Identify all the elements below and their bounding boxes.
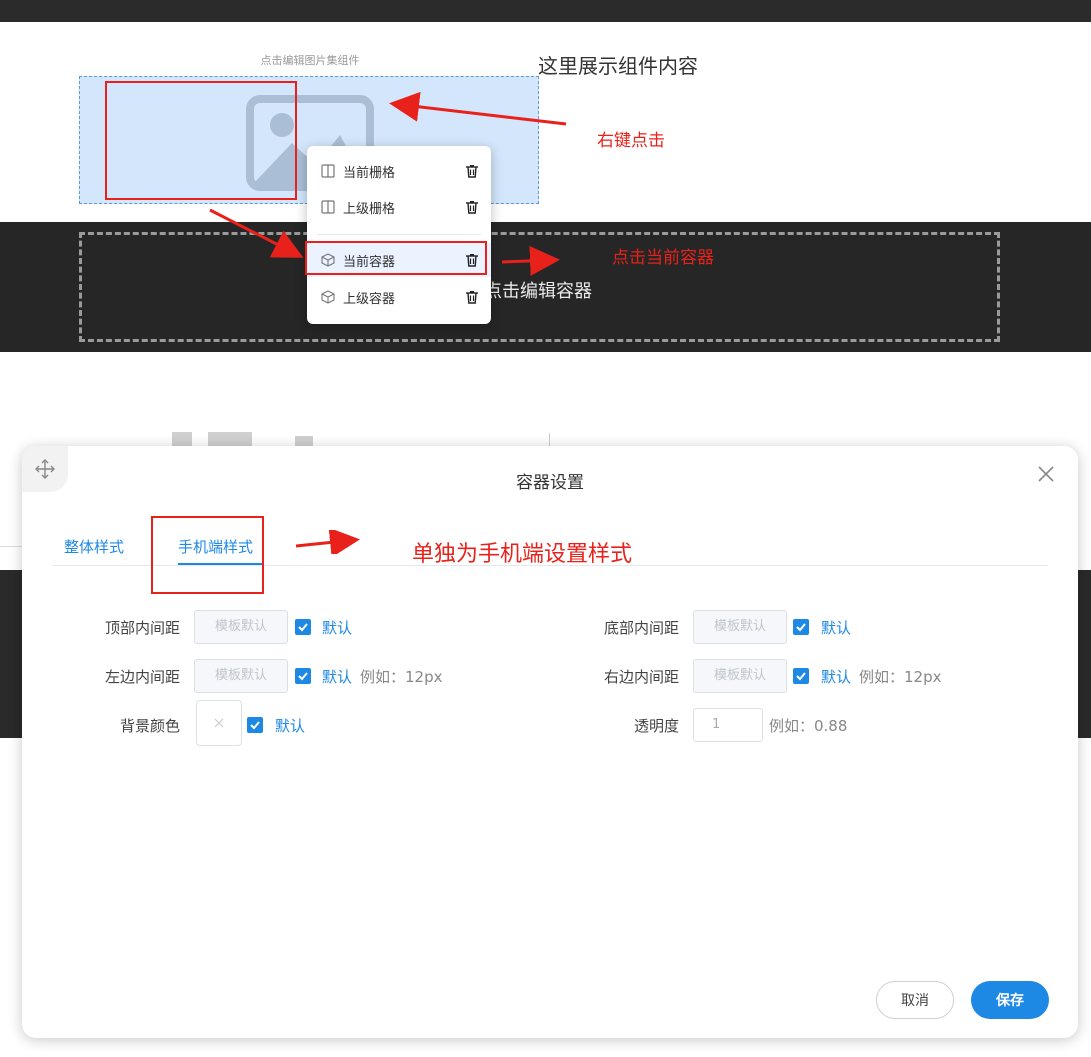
- top-padding-default-checkbox[interactable]: [295, 619, 311, 635]
- bg-color-label: 背景颜色: [119, 717, 180, 735]
- right-padding-label: 右边内间距: [603, 668, 679, 686]
- bottom-padding-default-checkbox[interactable]: [793, 619, 809, 635]
- left-padding-hint: 例如：12px: [360, 668, 443, 686]
- annotation-mobile-note: 单独为手机端设置样式: [412, 542, 633, 567]
- dialog-title: 容器设置: [516, 473, 584, 493]
- annotation-arrow: [295, 530, 360, 554]
- container-settings-dialog: 容器设置 整体样式 手机端样式 单独为手机端设置样式 顶部内间距 模板默认 默认…: [22, 446, 1078, 1038]
- check-icon: [796, 623, 806, 632]
- top-padding-label: 顶部内间距: [104, 619, 180, 637]
- background-fragment: [295, 436, 313, 446]
- check-icon: [250, 721, 260, 730]
- left-padding-default-checkbox[interactable]: [295, 668, 311, 684]
- opacity-input[interactable]: 1: [693, 708, 763, 742]
- annotation-right-click: 右键点击: [597, 131, 665, 151]
- empty-color-icon: [214, 718, 224, 728]
- right-padding-default-checkbox[interactable]: [793, 668, 809, 684]
- top-padding-default-label[interactable]: 默认: [322, 617, 352, 638]
- save-button[interactable]: 保存: [971, 981, 1049, 1019]
- right-padding-hint: 例如：12px: [859, 668, 942, 686]
- left-padding-default-label[interactable]: 默认: [322, 666, 352, 687]
- check-icon: [796, 672, 806, 681]
- bottom-padding-label: 底部内间距: [603, 619, 679, 637]
- left-padding-label: 左边内间距: [104, 668, 180, 686]
- opacity-label: 透明度: [633, 717, 679, 735]
- right-padding-input[interactable]: 模板默认: [693, 659, 787, 693]
- opacity-hint: 例如：0.88: [769, 717, 848, 735]
- top-padding-input[interactable]: 模板默认: [194, 610, 288, 644]
- annotation-arrows: [209, 91, 567, 276]
- close-icon[interactable]: [1036, 464, 1056, 484]
- check-icon: [298, 672, 308, 681]
- annotation-highlight-box: [151, 516, 264, 594]
- check-icon: [298, 623, 308, 632]
- background-fragment: [172, 432, 192, 446]
- right-padding-default-label[interactable]: 默认: [821, 666, 851, 687]
- background-dark-band: [1078, 570, 1091, 738]
- bg-color-default-label[interactable]: 默认: [275, 715, 305, 736]
- bg-color-default-checkbox[interactable]: [247, 717, 263, 733]
- background-fragment: [208, 432, 252, 446]
- annotation-click-container: 点击当前容器: [612, 248, 714, 268]
- cancel-button[interactable]: 取消: [876, 981, 954, 1019]
- bottom-padding-input[interactable]: 模板默认: [693, 610, 787, 644]
- tab-overall-style[interactable]: 整体样式: [64, 536, 124, 557]
- left-padding-input[interactable]: 模板默认: [194, 659, 288, 693]
- bg-color-picker[interactable]: [196, 700, 242, 746]
- bottom-padding-default-label[interactable]: 默认: [821, 617, 851, 638]
